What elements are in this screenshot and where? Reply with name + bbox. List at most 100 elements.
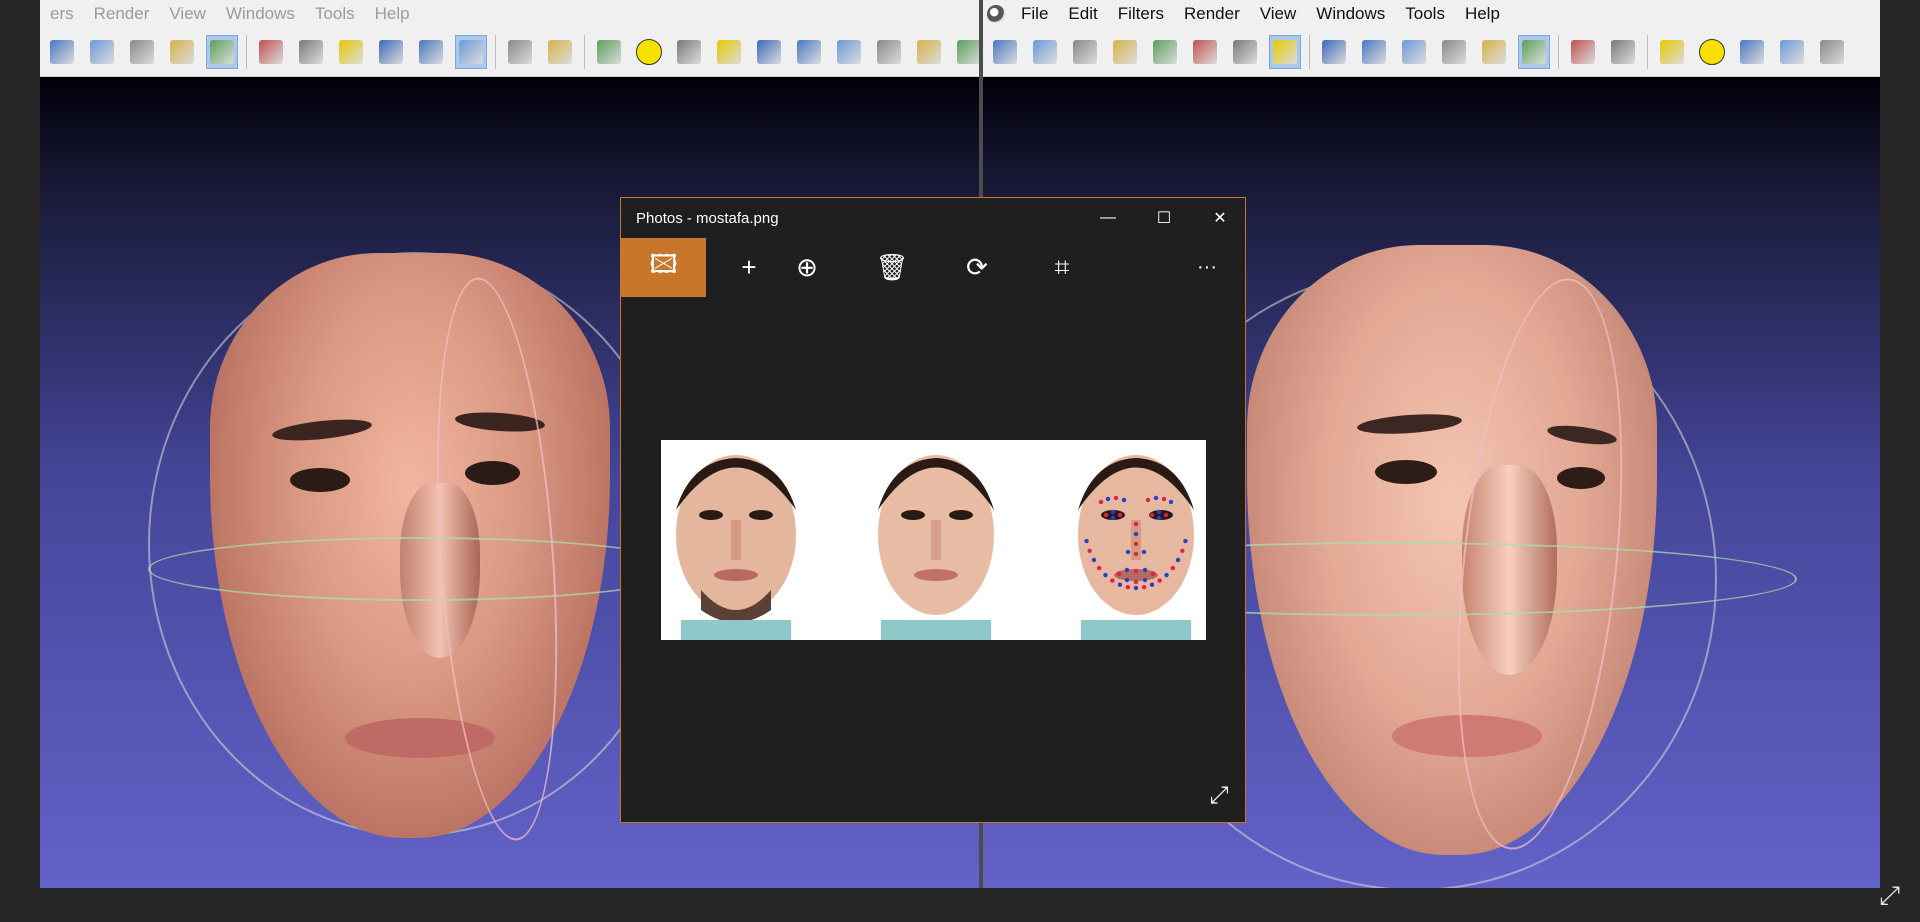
bbox-button[interactable] xyxy=(295,35,327,69)
menu-item-tools[interactable]: Tools xyxy=(305,4,365,24)
annotation-a-button[interactable] xyxy=(1696,35,1728,69)
landmark-point xyxy=(1170,565,1175,571)
landmark-point xyxy=(1141,549,1147,555)
color-paint-button[interactable] xyxy=(953,35,979,69)
flat-button[interactable] xyxy=(1478,35,1510,69)
crop-button[interactable]: ⌗ xyxy=(1032,238,1092,297)
rotate-button[interactable]: ⟳ xyxy=(947,238,1007,297)
smooth-button[interactable] xyxy=(455,35,487,69)
menu-item-render[interactable]: Render xyxy=(84,4,160,24)
menu-bar-left: ers Render View Windows Tools Help xyxy=(40,0,979,28)
annotation-a-button[interactable] xyxy=(633,35,665,69)
toolbar-separator xyxy=(1309,35,1310,69)
delete-button[interactable]: 🗑 xyxy=(862,238,922,297)
rotate-button[interactable] xyxy=(1109,35,1141,69)
landmark-point xyxy=(1142,567,1148,573)
landmark-point xyxy=(1110,578,1115,583)
menu-item-filters-partial[interactable]: ers xyxy=(40,4,84,24)
layer-stack-icon xyxy=(1571,40,1595,64)
sphere-button[interactable] xyxy=(255,35,287,69)
menu-item-view[interactable]: View xyxy=(1250,4,1307,24)
left-eye xyxy=(290,468,350,492)
camera-align-button[interactable] xyxy=(1816,35,1848,69)
new-file-button[interactable] xyxy=(989,35,1021,69)
refresh-button[interactable] xyxy=(86,35,118,69)
menu-item-help[interactable]: Help xyxy=(365,4,420,24)
snapshot-button[interactable] xyxy=(1229,35,1261,69)
new-file-icon xyxy=(993,40,1017,64)
open-folder-button[interactable] xyxy=(1029,35,1061,69)
layer-stack-button[interactable] xyxy=(1567,35,1599,69)
measure-button[interactable] xyxy=(873,35,905,69)
add-button[interactable]: + xyxy=(719,238,779,297)
xyz-axes-icon xyxy=(1740,40,1764,64)
wireframe-button[interactable] xyxy=(375,35,407,69)
globe-button[interactable] xyxy=(593,35,625,69)
left-brow xyxy=(1356,411,1463,437)
wireframe-button[interactable] xyxy=(1438,35,1470,69)
more-icon: ··· xyxy=(1197,256,1217,278)
menu-item-windows[interactable]: Windows xyxy=(216,4,305,24)
landmark-point xyxy=(1113,495,1119,501)
points-button[interactable] xyxy=(1398,35,1430,69)
more-button[interactable]: ··· xyxy=(1177,238,1237,297)
camera-align-button[interactable] xyxy=(753,35,785,69)
rotate-button[interactable] xyxy=(46,35,78,69)
smooth-button[interactable] xyxy=(1518,35,1550,69)
layers-button[interactable] xyxy=(206,35,238,69)
pickpoints-button[interactable] xyxy=(833,35,865,69)
close-button[interactable]: ✕ xyxy=(1195,203,1245,233)
menu-item-help[interactable]: Help xyxy=(1455,4,1510,24)
menu-item-file[interactable]: File xyxy=(1011,4,1058,24)
landmark-point xyxy=(1125,549,1131,555)
axes-icon xyxy=(1611,40,1635,64)
flat-icon xyxy=(1482,40,1506,64)
axes-button[interactable] xyxy=(544,35,576,69)
menu-bar-right: File Edit Filters Render View Windows To… xyxy=(983,0,1880,28)
mesh-button[interactable] xyxy=(1189,35,1221,69)
layers-button[interactable] xyxy=(1269,35,1301,69)
flat-button[interactable] xyxy=(415,35,447,69)
landmark-point xyxy=(1133,551,1139,557)
refresh-button[interactable] xyxy=(1149,35,1181,69)
wireframe-icon xyxy=(1442,40,1466,64)
zoom-button[interactable]: ⊕ xyxy=(777,238,837,297)
maximize-button[interactable]: ☐ xyxy=(1139,203,1189,233)
menu-item-view[interactable]: View xyxy=(159,4,216,24)
xyz-axes-button[interactable] xyxy=(1736,35,1768,69)
color-ball-button[interactable] xyxy=(713,35,745,69)
xyz-axes-button[interactable] xyxy=(673,35,705,69)
image-icon: 🖾 xyxy=(649,248,678,279)
portrait-frontal xyxy=(676,455,796,640)
image-view-button[interactable]: 🖾 xyxy=(621,238,706,297)
sphere-button[interactable] xyxy=(1318,35,1350,69)
mesh-button[interactable] xyxy=(126,35,158,69)
meshlab-app-icon[interactable] xyxy=(987,5,1005,23)
menu-item-filters[interactable]: Filters xyxy=(1108,4,1174,24)
points-button[interactable] xyxy=(335,35,367,69)
bbox-button[interactable] xyxy=(1358,35,1390,69)
landmark-point xyxy=(1133,585,1139,591)
open-project-button[interactable] xyxy=(1069,35,1101,69)
brush-button[interactable] xyxy=(793,35,825,69)
snapshot-button[interactable] xyxy=(166,35,198,69)
color-paint-icon xyxy=(957,40,979,64)
layer-stack-button[interactable] xyxy=(504,35,536,69)
menu-item-windows[interactable]: Windows xyxy=(1306,4,1395,24)
minimize-button[interactable]: — xyxy=(1083,203,1133,233)
toolbar-right xyxy=(983,28,1880,77)
menu-item-render[interactable]: Render xyxy=(1174,4,1250,24)
color-ball-button[interactable] xyxy=(1776,35,1808,69)
flat-icon xyxy=(419,40,443,64)
menu-item-edit[interactable]: Edit xyxy=(1058,4,1107,24)
photos-window[interactable]: Photos - mostafa.png — ☐ ✕ 🖾 + ⊕ 🗑 ⟳ ⌗ ·… xyxy=(620,197,1246,823)
brush-icon xyxy=(797,40,821,64)
photo-image[interactable] xyxy=(661,440,1206,640)
menu-item-tools[interactable]: Tools xyxy=(1395,4,1455,24)
screen-expand-button[interactable]: ⤢ xyxy=(1879,880,1900,912)
lasso-button[interactable] xyxy=(913,35,945,69)
fullscreen-expand-button[interactable]: ⤢ xyxy=(1207,784,1231,808)
axes-button[interactable] xyxy=(1607,35,1639,69)
landmark-point xyxy=(1084,538,1089,544)
globe-button[interactable] xyxy=(1656,35,1688,69)
